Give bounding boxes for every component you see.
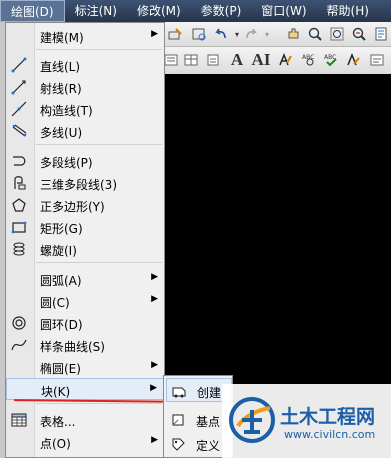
menu-item-polyline[interactable]: 多段线(P)	[6, 150, 164, 172]
menu-draw[interactable]: 绘图(D)	[0, 0, 65, 22]
text-toolbar-more-icon[interactable]	[368, 51, 386, 69]
menu-window[interactable]: 窗口(W)	[251, 0, 316, 22]
menu-item-table[interactable]: 表格...	[6, 409, 164, 431]
zoom-window-icon[interactable]	[328, 25, 346, 43]
submenu-arrow-icon: ▶	[151, 272, 158, 282]
menu-item-donut[interactable]: 圆环(D)	[6, 312, 164, 334]
submenu-item-label: 定义	[196, 439, 221, 453]
redo-dropdown-icon[interactable]: ▾	[258, 25, 276, 43]
menu-item-label: 三维多段线(3)	[40, 178, 117, 192]
menu-modify[interactable]: 修改(M)	[127, 0, 191, 22]
edit-text-icon[interactable]	[276, 51, 294, 69]
menu-item-label: 块(K)	[41, 385, 71, 399]
text-toolbar: A AI ABC ABC	[160, 47, 391, 75]
menu-item-block[interactable]: 块(K) ▶	[6, 378, 164, 400]
submenu-arrow-icon: ▶	[151, 360, 158, 370]
menu-item-label: 多线(U)	[40, 126, 83, 140]
polygon-icon	[10, 197, 28, 213]
match-properties-icon[interactable]	[166, 25, 184, 43]
menu-item-label: 表格...	[40, 415, 76, 429]
properties-icon[interactable]	[372, 25, 390, 43]
menu-item-label: 正多边形(Y)	[40, 200, 105, 214]
menu-item-ellipse[interactable]: 椭圆(E) ▶	[6, 356, 164, 378]
menu-item-multiline[interactable]: 多线(U)	[6, 120, 164, 142]
submenu-item-label: 基点	[196, 415, 221, 429]
submenu-arrow-icon: ▶	[151, 294, 158, 304]
menu-item-point[interactable]: 点(O) ▶	[6, 431, 164, 453]
menu-item-label: 样条曲线(S)	[40, 340, 105, 354]
3d-polyline-icon	[10, 175, 28, 191]
menu-item-modeling[interactable]: 建模(M) ▶	[6, 25, 164, 47]
multiline-text-icon[interactable]: A	[228, 50, 246, 69]
define-attribute-icon	[170, 436, 186, 452]
menu-item-construction-line[interactable]: 构造线(T)	[6, 98, 164, 120]
dim-style-icon[interactable]	[204, 51, 222, 69]
menu-dimension[interactable]: 标注(N)	[65, 0, 127, 22]
menu-item-ray[interactable]: 射线(R)	[6, 76, 164, 98]
base-point-icon	[170, 412, 186, 428]
menu-item-label: 圆弧(A)	[40, 274, 82, 288]
draw-menu: 建模(M) ▶ 直线(L) 射线(R) 构造线(T) 多线(U) 多段线(P) …	[5, 22, 165, 458]
menu-item-3d-polyline[interactable]: 三维多段线(3)	[6, 172, 164, 194]
submenu-arrow-icon: ▶	[151, 435, 158, 445]
text-fit-icon[interactable]	[344, 51, 362, 69]
table-style-icon[interactable]	[182, 51, 200, 69]
watermark-url: www.civilcn.com	[284, 428, 376, 441]
menu-separator	[36, 403, 162, 404]
menu-item-label: 射线(R)	[40, 82, 82, 96]
table-icon	[10, 412, 28, 428]
menu-separator	[36, 49, 162, 50]
standard-toolbar: ▾ ▾	[160, 22, 391, 47]
menu-item-label: 椭圆(E)	[40, 362, 81, 376]
spell-check-icon[interactable]: ABC	[322, 51, 340, 69]
menu-item-circle[interactable]: 圆(C) ▶	[6, 290, 164, 312]
multiline-icon	[10, 123, 28, 139]
watermark-logo-icon	[228, 396, 276, 444]
menu-item-label: 圆(C)	[40, 296, 70, 310]
pan-icon[interactable]	[284, 25, 302, 43]
submenu-arrow-icon: ▶	[151, 29, 158, 39]
find-text-icon[interactable]: ABC	[300, 51, 318, 69]
menu-item-line[interactable]: 直线(L)	[6, 54, 164, 76]
menu-item-helix[interactable]: 螺旋(I)	[6, 238, 164, 260]
menu-item-label: 直线(L)	[40, 60, 81, 74]
menu-separator	[36, 262, 162, 263]
submenu-item-label: 创建	[197, 386, 222, 400]
menu-item-label: 建模(M)	[40, 31, 84, 45]
spline-icon	[10, 337, 28, 353]
menu-help[interactable]: 帮助(H)	[317, 0, 379, 22]
menu-bar: 绘图(D) 标注(N) 修改(M) 参数(P) 窗口(W) 帮助(H)	[0, 0, 391, 22]
menu-item-spline[interactable]: 样条曲线(S)	[6, 334, 164, 356]
menu-separator	[36, 144, 162, 145]
ray-icon	[10, 79, 28, 95]
block-editor-icon[interactable]	[190, 25, 208, 43]
create-block-icon	[171, 383, 187, 399]
rectangle-icon	[10, 219, 28, 235]
menu-item-label: 多段线(P)	[40, 156, 93, 170]
menu-item-rectangle[interactable]: 矩形(G)	[6, 216, 164, 238]
watermark-title: 土木工程网	[280, 406, 376, 428]
donut-icon	[10, 315, 28, 331]
watermark: 土木工程网 www.civilcn.com	[222, 384, 391, 458]
zoom-previous-icon[interactable]	[350, 25, 368, 43]
menu-item-label: 构造线(T)	[40, 104, 93, 118]
menu-parameters[interactable]: 参数(P)	[191, 0, 252, 22]
menu-item-label: 圆环(D)	[40, 318, 83, 332]
menu-item-label: 点(O)	[40, 437, 71, 451]
zoom-realtime-icon[interactable]	[306, 25, 324, 43]
construction-line-icon	[10, 101, 28, 117]
submenu-arrow-icon: ▶	[150, 383, 157, 393]
line-icon	[10, 57, 28, 73]
menu-item-label: 矩形(G)	[40, 222, 83, 236]
menu-item-polygon[interactable]: 正多边形(Y)	[6, 194, 164, 216]
single-line-text-icon[interactable]: AI	[250, 50, 272, 69]
menu-item-arc[interactable]: 圆弧(A) ▶	[6, 268, 164, 290]
polyline-icon	[10, 153, 28, 169]
menu-item-label: 螺旋(I)	[40, 244, 77, 258]
helix-icon	[10, 241, 28, 257]
